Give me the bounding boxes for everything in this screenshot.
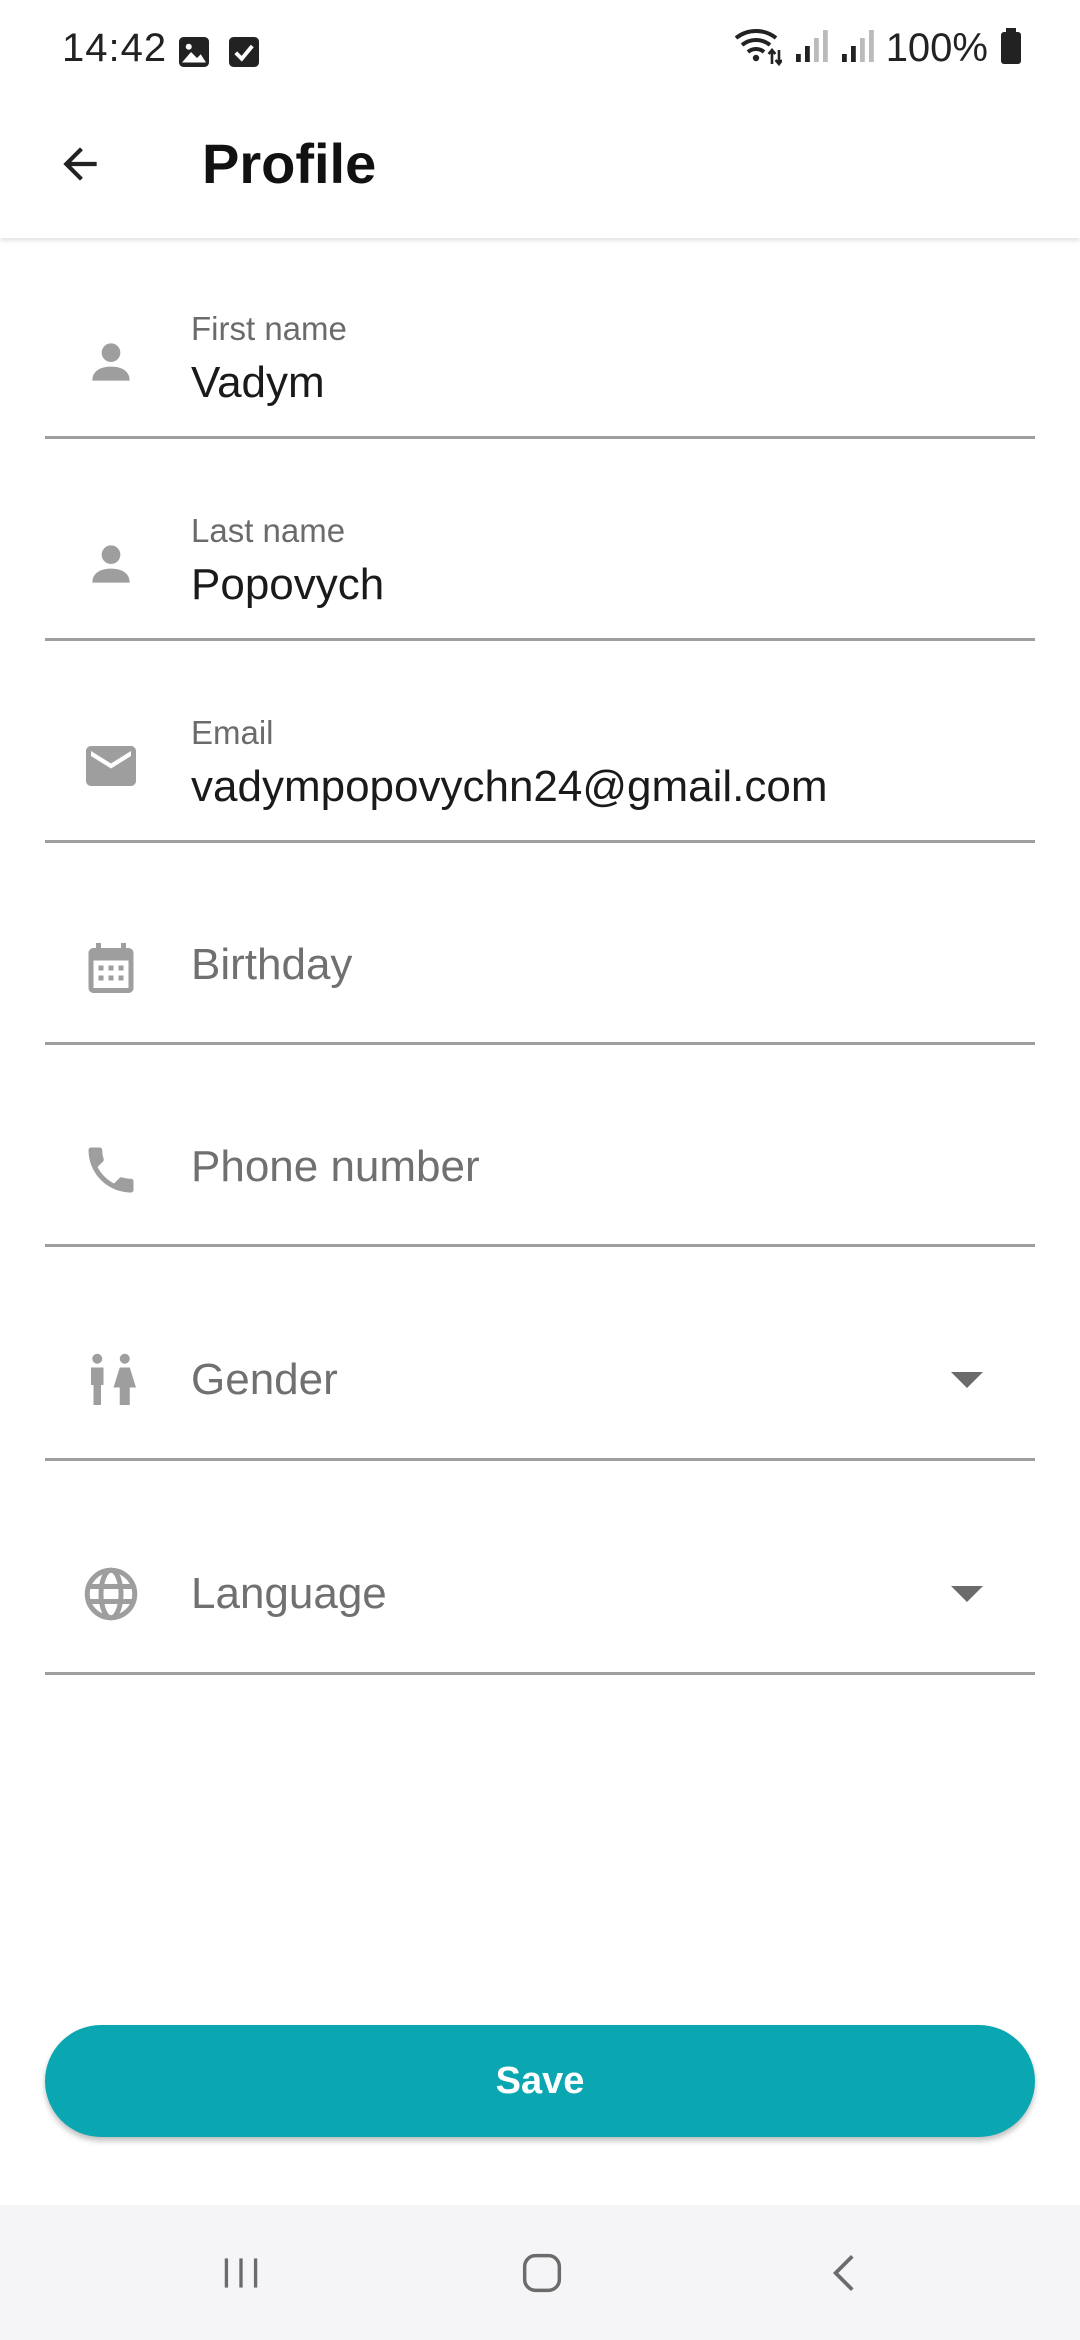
nav-back-button[interactable]: [806, 2235, 886, 2315]
signal-icon-sim1: [794, 28, 828, 69]
battery-percentage: 100%: [885, 26, 988, 70]
save-button[interactable]: Save: [45, 2025, 1035, 2137]
recent-apps-icon: [216, 2248, 266, 2303]
dropdown-arrow-icon: [951, 1586, 983, 1602]
image-notification-icon: [176, 34, 212, 75]
last-name-value: Popovych: [191, 560, 385, 609]
email-field[interactable]: Email vadympopovychn24@gmail.com: [45, 694, 1035, 843]
person-icon: [81, 332, 141, 392]
profile-screen: 14:42 100% Profile First name Vadym Last…: [0, 0, 1080, 2340]
page-title: Profile: [202, 132, 377, 195]
birthday-placeholder: Birthday: [191, 940, 353, 989]
home-icon: [516, 2247, 568, 2304]
email-value: vadympopovychn24@gmail.com: [191, 762, 828, 811]
calendar-icon: [81, 938, 141, 998]
first-name-field[interactable]: First name Vadym: [45, 290, 1035, 439]
system-navigation-bar: [0, 2205, 1080, 2340]
back-button[interactable]: [40, 126, 120, 206]
wifi-icon: [734, 26, 783, 71]
language-placeholder: Language: [191, 1569, 387, 1618]
globe-icon: [81, 1564, 141, 1624]
phone-number-placeholder: Phone number: [191, 1142, 480, 1191]
last-name-field[interactable]: Last name Popovych: [45, 492, 1035, 641]
app-bar: Profile: [0, 100, 1080, 238]
phone-icon: [81, 1140, 141, 1200]
email-label: Email: [191, 714, 274, 751]
battery-icon: [1000, 28, 1022, 69]
status-time: 14:42: [62, 26, 168, 70]
home-button[interactable]: [502, 2235, 582, 2315]
person-icon: [81, 534, 141, 594]
arrow-back-icon: [55, 139, 105, 194]
phone-number-field[interactable]: Phone number: [45, 1098, 1035, 1247]
recent-apps-button[interactable]: [201, 2235, 281, 2315]
notification-icons: [176, 34, 262, 75]
gender-placeholder: Gender: [191, 1355, 338, 1404]
last-name-label: Last name: [191, 512, 346, 549]
signal-icon-sim2: [840, 28, 874, 69]
chevron-left-icon: [821, 2248, 871, 2303]
dropdown-arrow-icon: [951, 1372, 983, 1388]
status-bar: 14:42 100%: [0, 0, 1080, 100]
system-status-icons: 100%: [734, 26, 1022, 71]
first-name-label: First name: [191, 310, 347, 347]
mail-icon: [81, 736, 141, 796]
gender-dropdown[interactable]: Gender: [45, 1300, 1035, 1461]
gender-icon: [81, 1350, 141, 1410]
language-dropdown[interactable]: Language: [45, 1514, 1035, 1675]
first-name-value: Vadym: [191, 358, 325, 407]
task-notification-icon: [226, 34, 262, 75]
birthday-field[interactable]: Birthday: [45, 896, 1035, 1045]
